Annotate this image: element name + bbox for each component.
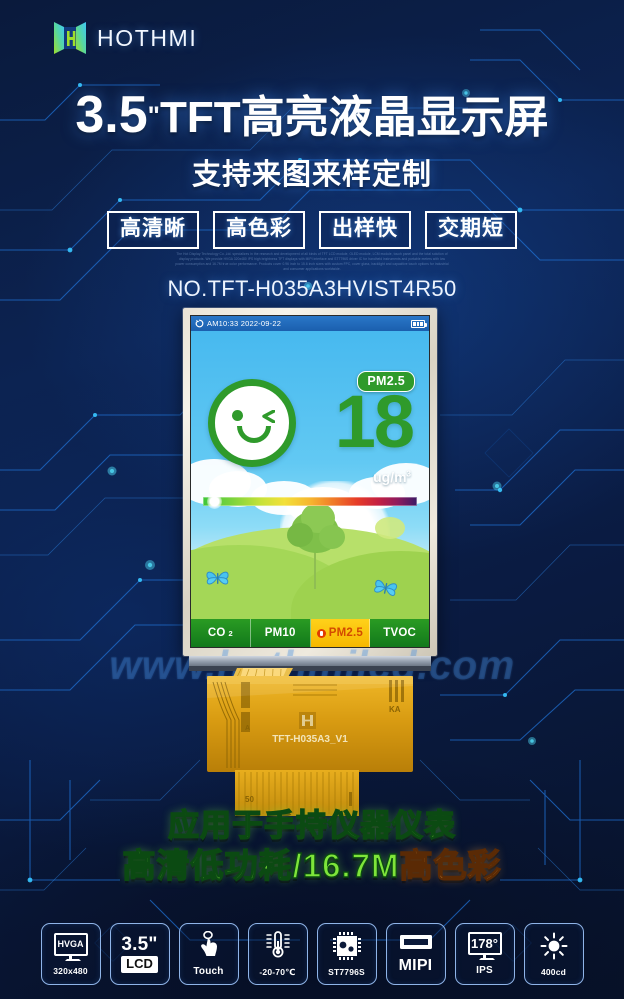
headline-subtitle: 支持来图来样定制 [191, 158, 432, 191]
brand-name: HOTHMI [97, 24, 198, 51]
spec-resolution-label: 320x480 [53, 965, 88, 976]
connector-icon [399, 934, 433, 955]
poster-canvas: HOTHMI 3.5"TFT高亮液晶显示屏 支持来图来样定制 高清晰 高色彩 出… [0, 0, 624, 999]
spec-resolution[interactable]: HVGA 320x480 [40, 923, 101, 985]
promo-line-2-orange: 高色彩 [399, 846, 502, 884]
spec-size-label: LCD [121, 956, 158, 973]
spec-brightness-label: 400cd [540, 966, 567, 977]
hothmi-h-logo-icon [52, 18, 88, 58]
svg-text:50: 50 [245, 795, 254, 804]
brand-logo: HOTHMI [52, 18, 197, 58]
spec-brightness[interactable]: 400cd [523, 923, 584, 985]
model-number: NO.TFT-H035A3HVIST4R50 [167, 276, 457, 301]
smiley-eye [232, 410, 243, 421]
fpc-label-text: TFT-H035A3_V1 [272, 734, 348, 745]
device-status-bar: AM10:33 2022-09-22 [191, 316, 429, 331]
smiley-mouth [237, 426, 271, 443]
spec-temperature[interactable]: -20-70℃ [247, 923, 308, 985]
device-scene: PM2.5 18 ug/m3 [191, 331, 429, 619]
headline-size: 3.5 [75, 86, 148, 144]
butterfly-icon [205, 569, 231, 587]
lcd-module: AM10:33 2022-09-22 PM2.5 18 ug/m3 CO 2 P… [183, 308, 437, 668]
scene-tree-trunk [314, 547, 316, 589]
tab-label: TVOC [383, 627, 416, 639]
scene-bush [375, 517, 405, 539]
lcd-screen: AM10:33 2022-09-22 PM2.5 18 ug/m3 CO 2 P… [190, 315, 430, 648]
sun-brightness-icon [540, 932, 568, 965]
smiley-wink-eye [261, 409, 276, 424]
spec-touch-label: Touch [193, 966, 224, 977]
spec-interface[interactable]: MIPI [385, 923, 446, 985]
spec-size[interactable]: 3.5" LCD [109, 923, 170, 985]
tab-label: PM2.5 [328, 627, 363, 639]
scene-tree-crown [319, 525, 345, 549]
monitor-icon: HVGA [53, 932, 88, 961]
feature-tag[interactable]: 交期短 [425, 211, 517, 250]
winking-smiley-face-icon [208, 379, 296, 467]
spec-resolution-top: HVGA [57, 939, 84, 949]
tab-pm10[interactable]: PM10 [250, 619, 311, 647]
spec-size-top: 3.5" [121, 934, 158, 956]
spec-viewing-angle[interactable]: 178° IPS [454, 923, 515, 985]
svg-text:KA: KA [389, 705, 401, 714]
tab-pm25[interactable]: PM2.5 [310, 619, 371, 647]
tab-label: PM10 [264, 627, 296, 639]
spec-viewing-angle-top: 178° [471, 936, 498, 951]
svg-text:A: A [245, 725, 250, 732]
promo-block: 应用于手持仪器仪表 高清低功耗/16.7M高色彩 [0, 807, 624, 886]
spec-viewing-angle-label: IPS [476, 965, 493, 976]
spec-driver-ic-label: ST7796S [328, 966, 365, 977]
spec-driver-ic[interactable]: ST7796S [316, 923, 377, 985]
air-quality-marker [207, 494, 222, 509]
promo-line-1: 应用于手持仪器仪表 [167, 807, 456, 843]
promo-line-2-green: 高清低功耗/16.7M [122, 846, 400, 884]
fpc-flex-cable: TFT-H035A3_V1 1 A KA 50 [183, 656, 437, 826]
promo-line-2: 高清低功耗/16.7M高色彩 [0, 846, 624, 886]
thermometer-icon [263, 930, 293, 965]
tab-label: CO [207, 627, 226, 639]
scene-tree-crown [287, 523, 313, 547]
status-bar-datetime: AM10:33 2022-09-22 [207, 319, 282, 328]
headline-product: TFT高亮液晶显示屏 [159, 93, 549, 142]
tab-tvoc[interactable]: TVOC [370, 619, 429, 647]
air-quality-gradient-bar [203, 497, 417, 506]
touch-hand-icon [197, 930, 221, 964]
reading-unit-text: ug/m [373, 469, 407, 485]
feature-tag[interactable]: 高清晰 [107, 211, 199, 250]
headline-block: 3.5"TFT高亮液晶显示屏 支持来图来样定制 [0, 88, 624, 193]
reading-unit-exponent: 3 [406, 469, 411, 479]
viewing-angle-monitor-icon: 178° [467, 932, 502, 960]
reading-unit: ug/m3 [373, 469, 411, 485]
feature-tag[interactable]: 高色彩 [213, 211, 305, 250]
spec-touch[interactable]: Touch [178, 923, 239, 985]
device-tab-bar: CO 2 PM10 PM2.5 TVOC [191, 619, 429, 647]
spec-interface-label: MIPI [398, 956, 433, 974]
chip-icon [332, 931, 361, 965]
reading-value: 18 [334, 380, 415, 463]
spec-badge-list: HVGA 320x480 3.5" LCD Touch -20-70℃ ST77… [0, 923, 624, 985]
tab-sublabel: 2 [228, 628, 233, 638]
lcd-bezel: AM10:33 2022-09-22 PM2.5 18 ug/m3 CO 2 P… [183, 308, 437, 668]
svg-text:1: 1 [309, 747, 312, 753]
page-title: 3.5"TFT高亮液晶显示屏 [75, 88, 548, 143]
refresh-icon[interactable] [195, 319, 204, 328]
tab-co2[interactable]: CO 2 [191, 619, 251, 647]
feature-tag[interactable]: 出样快 [319, 211, 411, 250]
spec-temperature-label: -20-70℃ [259, 967, 296, 977]
feature-tag-list: 高清晰 高色彩 出样快 交期短 [0, 211, 624, 250]
record-dot-icon [316, 628, 326, 638]
battery-full-icon [411, 319, 427, 328]
fine-print-paragraph: The Hot Display Technology Co.,Ltd. spec… [175, 252, 449, 271]
headline-inch-mark: " [147, 100, 160, 131]
